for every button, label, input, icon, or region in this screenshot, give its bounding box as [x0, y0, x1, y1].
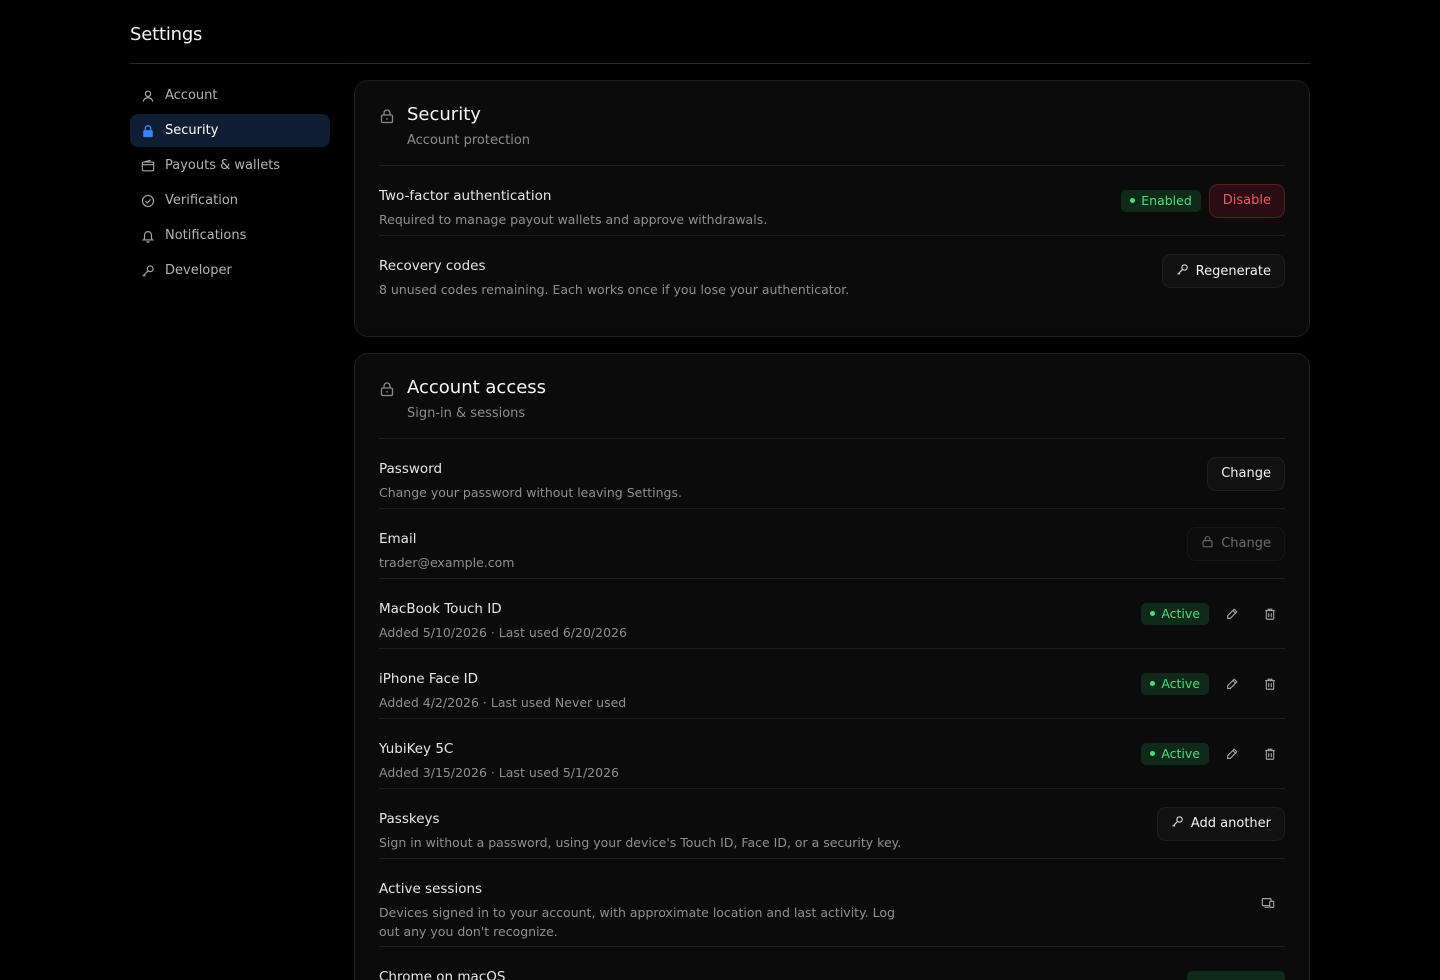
sidebar-item-label: Security — [165, 123, 219, 138]
card-title: Security — [407, 104, 481, 125]
card-subtitle: Sign-in & sessions — [407, 406, 526, 421]
row-description: Added 3/15/2026 · Last used 5/1/2026 — [379, 765, 619, 780]
session-item-row: Chrome on macOS — [379, 947, 1285, 980]
status-badge: Active — [1141, 742, 1209, 765]
trash-icon[interactable] — [1255, 739, 1285, 769]
status-badge-label: Active — [1161, 746, 1200, 761]
row-description: Sign in without a password, using your d… — [379, 835, 902, 850]
card-header: Account access Sign-in & sessions — [379, 354, 1285, 439]
sidebar-item-label: Notifications — [165, 228, 247, 243]
lock-icon — [141, 124, 155, 138]
card-title: Account access — [407, 377, 547, 398]
add-passkey-button[interactable]: Add another — [1156, 806, 1285, 841]
check-badge-icon — [141, 194, 155, 208]
passkey-row: iPhone Face ID Added 4/2/2026 · Last use… — [379, 649, 1285, 719]
active-sessions-row: Active sessions Devices signed in to you… — [379, 859, 1285, 947]
row-title: MacBook Touch ID — [379, 601, 502, 617]
email-row: Email trader@example.com Change — [379, 509, 1285, 579]
passkeys-row: Passkeys Sign in without a password, usi… — [379, 789, 1285, 859]
passkey-row: MacBook Touch ID Added 5/10/2026 · Last … — [379, 579, 1285, 649]
button-label: Add another — [1190, 816, 1271, 831]
status-badge: Enabled — [1121, 189, 1201, 212]
sidebar-item-payouts[interactable]: Payouts & wallets — [130, 149, 330, 182]
key-icon — [1171, 815, 1184, 832]
regenerate-button[interactable]: Regenerate — [1161, 254, 1285, 288]
card-subtitle: Account protection — [407, 133, 531, 148]
sidebar-item-notifications[interactable]: Notifications — [130, 219, 330, 252]
passkey-row: YubiKey 5C Added 3/15/2026 · Last used 5… — [379, 719, 1285, 789]
account-access-card: Account access Sign-in & sessions Passwo… — [354, 353, 1310, 980]
status-badge-label: Enabled — [1141, 193, 1192, 208]
row-title: Recovery codes — [379, 258, 486, 274]
sidebar-item-label: Payouts & wallets — [165, 158, 281, 173]
row-title: Two-factor authentication — [379, 188, 552, 204]
status-dot — [1150, 681, 1156, 686]
pencil-icon[interactable] — [1217, 599, 1247, 629]
row-description: Added 5/10/2026 · Last used 6/20/2026 — [379, 625, 627, 640]
row-description: Added 4/2/2026 · Last used Never used — [379, 695, 627, 710]
bell-icon — [141, 229, 155, 243]
two-factor-row: Two-factor authentication Required to ma… — [379, 166, 1285, 236]
row-description: Change your password without leaving Set… — [379, 485, 682, 500]
row-title: iPhone Face ID — [379, 671, 479, 687]
sidebar-item-verification[interactable]: Verification — [130, 184, 330, 217]
recovery-codes-row: Recovery codes 8 unused codes remaining.… — [379, 236, 1285, 306]
security-card: Security Account protection Two-factor a… — [354, 80, 1310, 337]
status-dot — [1150, 751, 1156, 756]
status-badge — [1187, 971, 1285, 980]
sidebar-item-label: Account — [165, 88, 218, 103]
sidebar-item-developer[interactable]: Developer — [130, 254, 330, 287]
header-divider — [130, 63, 1310, 64]
sidebar: Account Security Payouts & wallets Verif… — [130, 79, 330, 289]
key-icon — [141, 264, 155, 278]
change-email-button[interactable]: Change — [1187, 526, 1285, 561]
status-badge: Active — [1141, 672, 1209, 695]
sidebar-item-account[interactable]: Account — [130, 79, 330, 112]
row-title: Passkeys — [379, 811, 440, 827]
sidebar-item-label: Developer — [165, 263, 232, 278]
row-title: Chrome on macOS — [379, 969, 506, 980]
key-icon — [1176, 263, 1189, 280]
status-badge-label: Active — [1161, 676, 1200, 691]
sidebar-item-label: Verification — [165, 193, 239, 208]
row-title: Active sessions — [379, 881, 483, 897]
row-title: Email — [379, 531, 417, 547]
user-icon — [141, 89, 155, 103]
row-title: YubiKey 5C — [379, 741, 454, 757]
email-value: trader@example.com — [379, 555, 515, 570]
lock-icon — [1201, 535, 1214, 552]
sidebar-item-security[interactable]: Security — [130, 114, 330, 147]
trash-icon[interactable] — [1255, 669, 1285, 699]
disable-2fa-button[interactable]: Disable — [1208, 183, 1285, 218]
row-description: Required to manage payout wallets and ap… — [379, 212, 768, 227]
devices-icon[interactable] — [1253, 888, 1283, 918]
change-password-button[interactable]: Change — [1207, 456, 1285, 491]
row-description: Devices signed in to your account, with … — [379, 905, 895, 939]
row-title: Password — [379, 461, 443, 477]
card-header: Security Account protection — [379, 81, 1285, 166]
lock-icon — [379, 381, 395, 397]
row-description: 8 unused codes remaining. Each works onc… — [379, 282, 850, 297]
status-dot — [1130, 198, 1136, 203]
wallet-icon — [141, 159, 155, 173]
page-title: Settings — [130, 24, 203, 45]
status-badge: Active — [1141, 602, 1209, 625]
password-row: Password Change your password without le… — [379, 439, 1285, 509]
trash-icon[interactable] — [1255, 599, 1285, 629]
pencil-icon[interactable] — [1217, 739, 1247, 769]
lock-icon — [379, 108, 395, 124]
button-label: Change — [1221, 536, 1271, 551]
settings-page: Settings Account Security Payouts & wall… — [0, 0, 1440, 980]
pencil-icon[interactable] — [1217, 669, 1247, 699]
status-badge-label: Active — [1161, 606, 1200, 621]
button-label: Regenerate — [1195, 263, 1271, 279]
status-dot — [1150, 611, 1156, 616]
